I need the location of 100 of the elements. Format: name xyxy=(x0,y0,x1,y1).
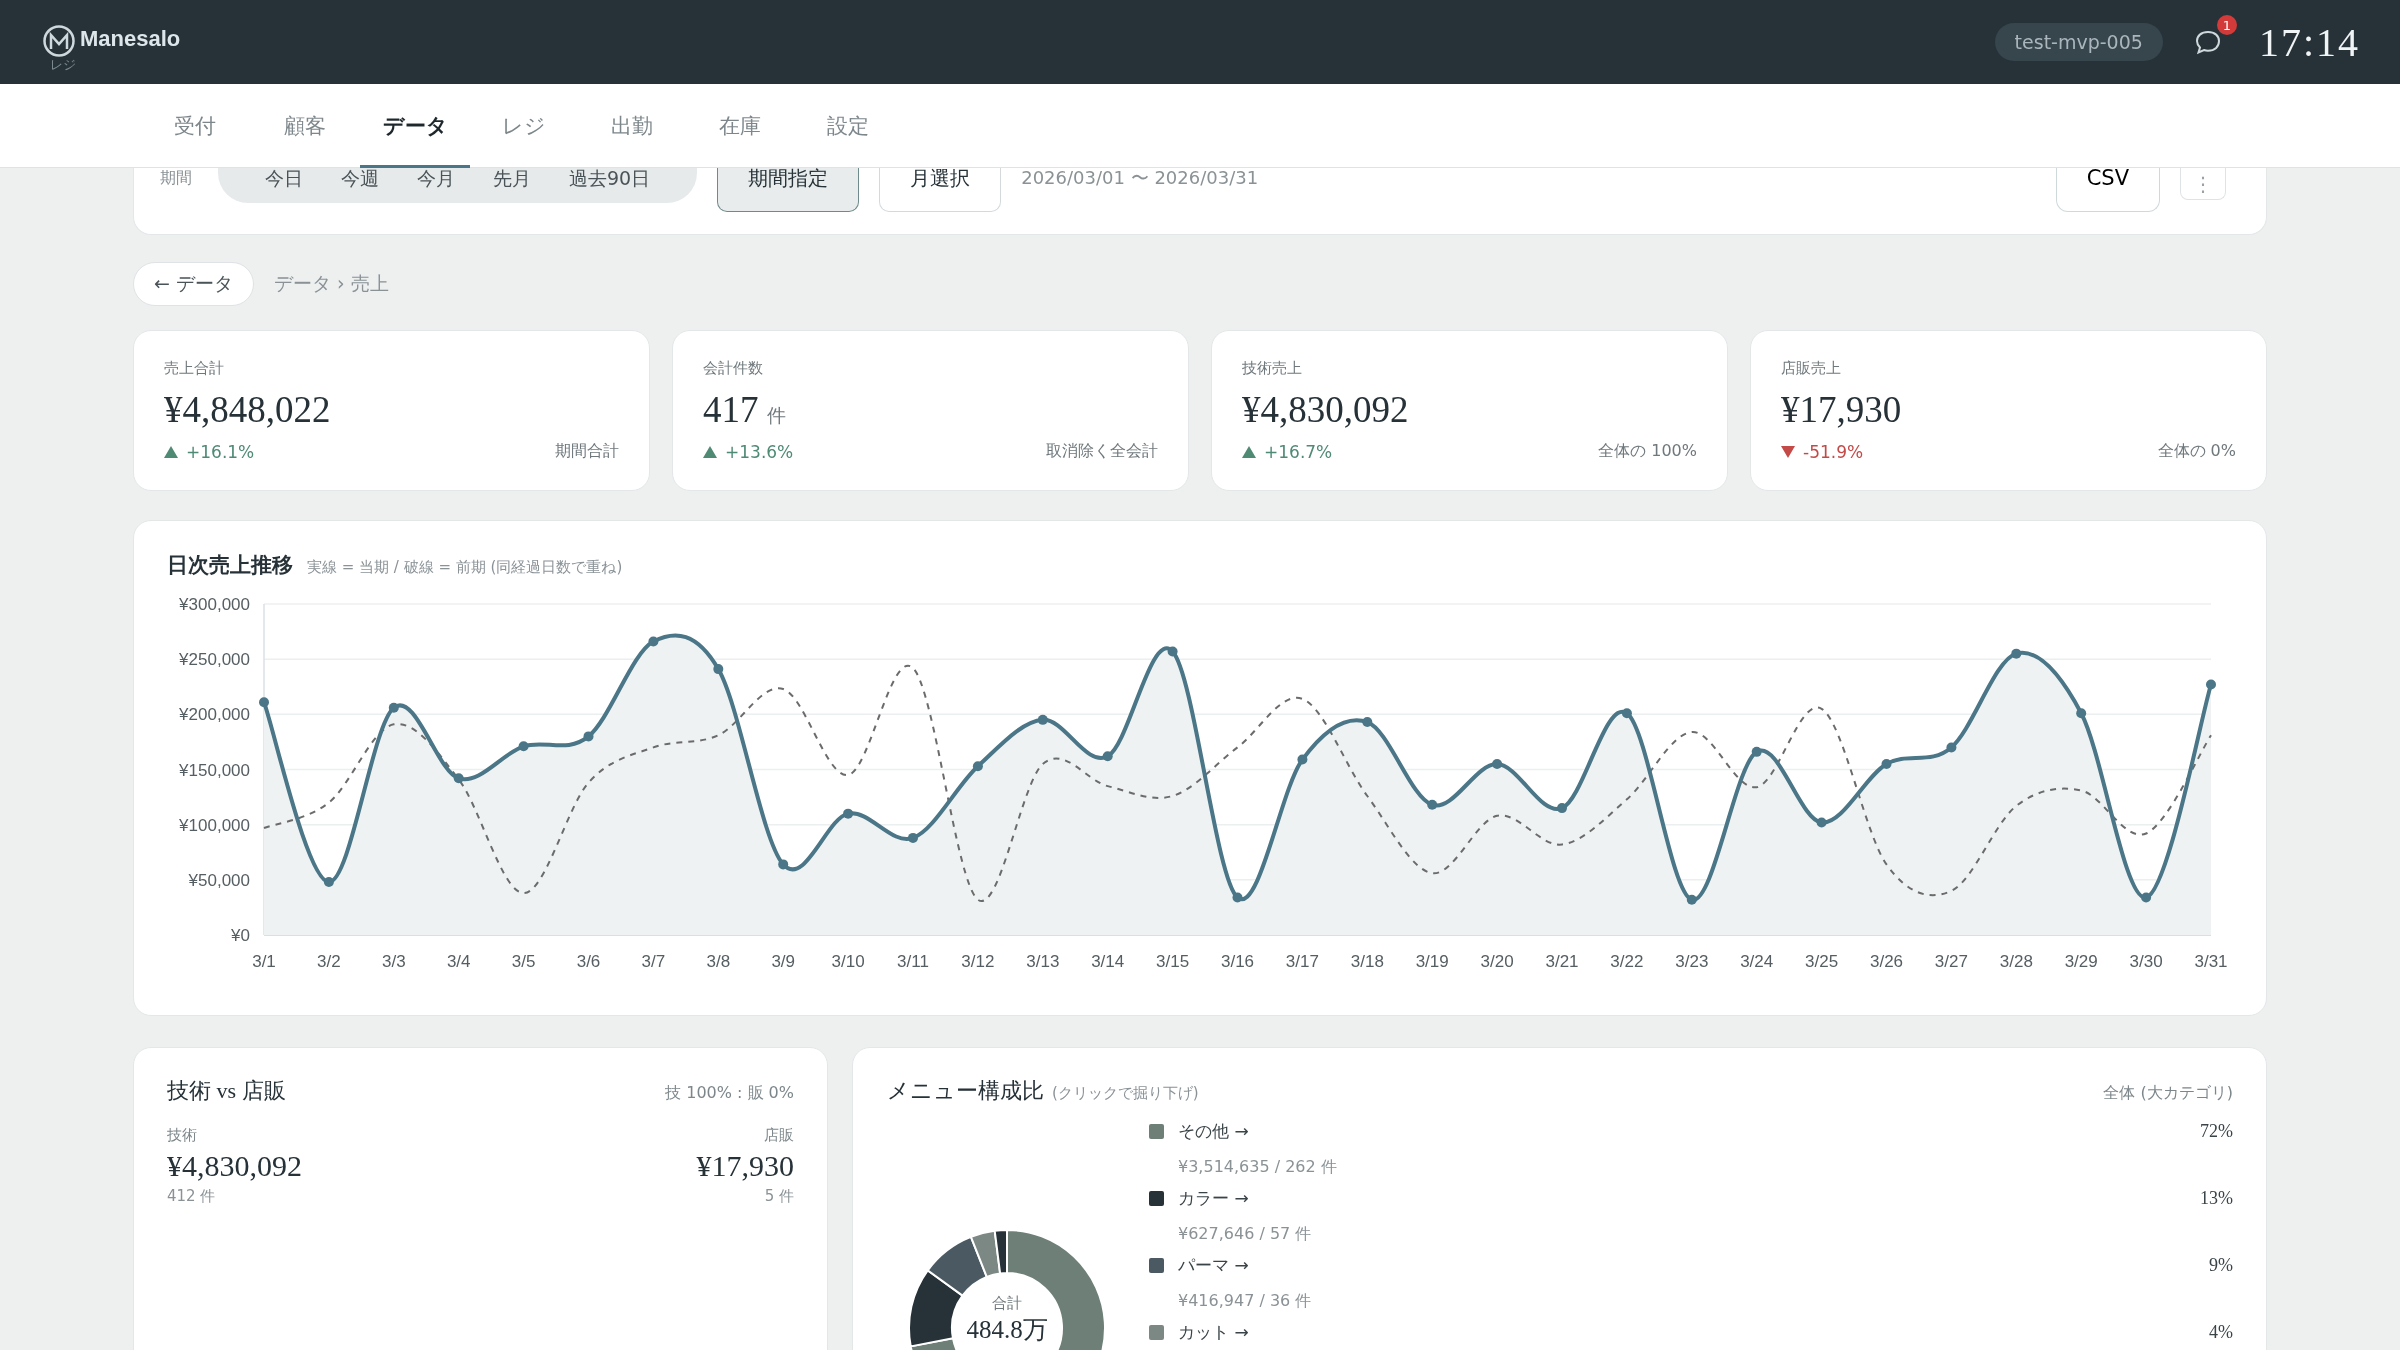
point xyxy=(323,877,334,888)
brand-name: Manesalo xyxy=(80,25,181,53)
point xyxy=(908,832,918,843)
split-count: 5 件 xyxy=(764,1187,794,1206)
x-axis-label: 3/22 xyxy=(1610,952,1644,971)
x-axis-label: 3/17 xyxy=(1285,952,1319,971)
point xyxy=(2011,648,2022,659)
point xyxy=(518,741,529,752)
category-link[interactable]: カット → xyxy=(1178,1321,1249,1344)
x-axis-label: 3/28 xyxy=(1999,952,2033,971)
nav-tab[interactable]: 設定 xyxy=(794,83,902,168)
scope-label: 全体 (大カテゴリ) xyxy=(2103,1083,2233,1104)
card-title: メニュー構成比 xyxy=(887,1077,1044,1105)
y-axis-label: ¥300,000 xyxy=(179,595,250,614)
app-subtitle: レジ xyxy=(50,56,77,74)
y-axis-label: ¥100,000 xyxy=(179,815,250,835)
x-axis-label: 3/24 xyxy=(1740,952,1774,971)
split-value: ¥4,830,092 xyxy=(167,1149,302,1183)
category-link[interactable]: その他 → xyxy=(1178,1120,1249,1143)
point xyxy=(1492,758,1503,769)
period-label: 期間 xyxy=(160,168,192,188)
point xyxy=(2206,679,2216,690)
period-option[interactable]: 今日 xyxy=(246,168,322,188)
x-axis-label: 3/8 xyxy=(706,952,731,971)
period-option[interactable]: 先月 xyxy=(474,168,550,188)
x-axis-label: 3/4 xyxy=(446,952,471,971)
share-percent: 13% xyxy=(2200,1188,2233,1209)
hint-text: (クリックで掘り下げ) xyxy=(1052,1084,1199,1103)
share-percent: 4% xyxy=(2209,1322,2233,1343)
y-axis-label: ¥250,000 xyxy=(179,650,250,670)
nav-tab[interactable]: 出勤 xyxy=(578,83,686,168)
point xyxy=(713,664,724,675)
point xyxy=(972,761,983,772)
nav-tab[interactable]: 受付 xyxy=(140,83,250,168)
category-detail: ¥416,947 / 36 件 xyxy=(1178,1291,1313,1312)
account-pill[interactable]: test-mvp-005 xyxy=(1994,23,2163,61)
breadcrumb-path: データ › 売上 xyxy=(273,271,389,296)
period-option[interactable]: 今週 xyxy=(322,168,398,188)
x-axis-label: 3/12 xyxy=(961,952,995,971)
point xyxy=(1037,714,1048,725)
card-title: 技術 vs 店販 xyxy=(167,1077,286,1105)
point xyxy=(1232,892,1243,903)
share-percent: 72% xyxy=(2200,1121,2233,1142)
period-option[interactable]: 今月 xyxy=(398,168,474,188)
x-axis-label: 3/29 xyxy=(2064,952,2098,971)
category-detail: ¥627,646 / 57 件 xyxy=(1178,1224,1313,1245)
kpi-delta: +13.6% xyxy=(725,441,794,462)
kpi-unit: 件 xyxy=(766,403,786,428)
logo-icon xyxy=(42,24,76,58)
nav-tab[interactable]: 顧客 xyxy=(250,83,360,168)
csv-button[interactable]: CSV xyxy=(2055,168,2160,212)
point xyxy=(1557,803,1567,814)
x-axis-label: 3/20 xyxy=(1480,952,1514,971)
mode-button[interactable]: 期間指定 xyxy=(717,168,860,212)
point xyxy=(1167,646,1178,657)
x-axis-label: 3/26 xyxy=(1869,952,1904,971)
mode-button[interactable]: 月選択 xyxy=(879,168,1002,212)
kpi-value: ¥4,848,022 xyxy=(164,388,331,431)
x-axis-label: 3/1 xyxy=(252,952,276,971)
x-axis-label: 3/9 xyxy=(771,952,795,971)
split-count: 412 件 xyxy=(167,1187,217,1206)
point xyxy=(1686,894,1697,905)
x-axis-label: 3/31 xyxy=(2194,952,2228,971)
kpi-delta: -51.9% xyxy=(1803,441,1864,462)
y-axis-label: ¥50,000 xyxy=(188,870,250,890)
x-axis-label: 3/27 xyxy=(1934,952,1968,971)
nav-tab[interactable]: レジ xyxy=(470,83,578,168)
y-axis-label: ¥150,000 xyxy=(179,760,250,780)
kpi-delta: +16.7% xyxy=(1264,441,1333,462)
nav-tab[interactable]: 在庫 xyxy=(686,83,794,168)
point xyxy=(648,636,659,647)
x-axis-label: 3/16 xyxy=(1220,952,1255,971)
split-value: ¥17,930 xyxy=(696,1149,794,1183)
x-axis-label: 3/25 xyxy=(1805,952,1839,971)
point xyxy=(1102,751,1113,762)
x-axis-label: 3/15 xyxy=(1156,952,1190,971)
x-axis-label: 3/14 xyxy=(1091,952,1125,971)
kpi-value: ¥4,830,092 xyxy=(1242,388,1409,431)
x-axis-label: 3/7 xyxy=(641,952,666,971)
split-label: 技術 xyxy=(167,1126,198,1145)
y-axis-label: ¥200,000 xyxy=(179,705,250,725)
kpi-label: 店販売上 xyxy=(1781,359,1842,378)
x-axis-label: 3/18 xyxy=(1350,952,1384,971)
x-axis-label: 3/30 xyxy=(2129,952,2163,971)
x-axis-label: 3/6 xyxy=(576,952,601,971)
point xyxy=(1881,758,1892,769)
point xyxy=(1946,742,1957,753)
split-label: 店販 xyxy=(764,1126,794,1145)
category-link[interactable]: カラー → xyxy=(1178,1187,1249,1210)
back-button[interactable]: ← データ xyxy=(133,262,254,306)
clock-time: 17:14 xyxy=(2258,18,2360,66)
y-axis-label: ¥0 xyxy=(231,926,250,945)
kpi-note: 取消除く全会計 xyxy=(1046,441,1158,462)
category-link[interactable]: パーマ → xyxy=(1178,1254,1249,1277)
period-option[interactable]: 過去90日 xyxy=(550,168,670,188)
chart-subtitle: 実線 = 当期 / 破線 = 前期 (同経過日数で重ね) xyxy=(307,558,623,577)
point xyxy=(2141,892,2152,903)
total-label: 合計 xyxy=(992,1294,1022,1313)
kpi-label: 売上合計 xyxy=(164,359,225,378)
point xyxy=(453,773,464,784)
